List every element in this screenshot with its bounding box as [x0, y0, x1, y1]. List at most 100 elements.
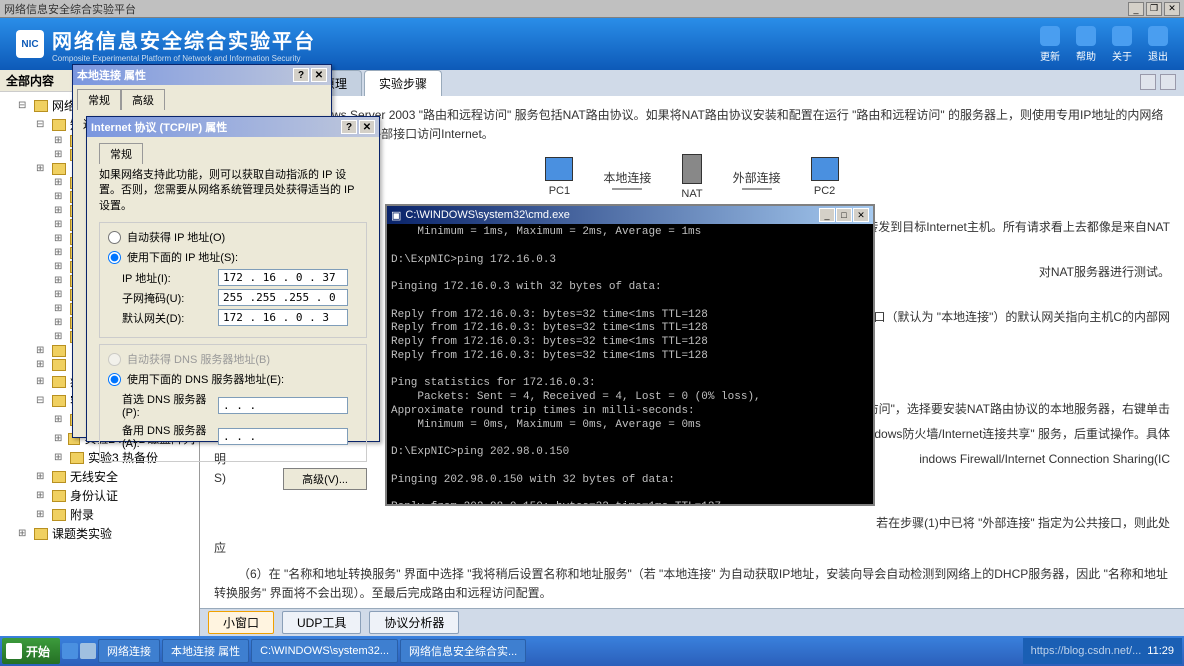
tab-bar: 实验基础 实验原理 实验步骤: [200, 70, 1184, 96]
expand-icon[interactable]: ⊞: [54, 433, 64, 445]
restore-button[interactable]: ❐: [1146, 2, 1162, 16]
tab-steps[interactable]: 实验步骤: [364, 70, 442, 96]
primary-dns-field[interactable]: . . .: [218, 397, 348, 414]
expand-icon[interactable]: ⊞: [36, 376, 48, 388]
folder-icon: [34, 100, 48, 112]
tcpip-properties-dialog: Internet 协议 (TCP/IP) 属性 ? ✕ 常规 如果网络支持此功能…: [86, 116, 380, 442]
server-icon: [682, 154, 702, 184]
auto-dns-radio: [108, 353, 121, 366]
expand-icon[interactable]: ⊞: [54, 219, 66, 231]
gateway-field[interactable]: 172 . 16 . 0 . 3: [218, 309, 348, 326]
expand-icon[interactable]: ⊞: [54, 275, 66, 287]
tab-advanced[interactable]: 高级: [121, 89, 165, 110]
content-p6: （6）在 "名称和地址转换服务" 界面中选择 "我将稍后设置名称和地址服务"（若…: [214, 565, 1170, 603]
cmd-title: C:\WINDOWS\system32\cmd.exe: [405, 209, 819, 221]
folder-icon: [52, 359, 66, 371]
help-icon: [1076, 26, 1096, 46]
exit-icon: [1148, 26, 1168, 46]
window-min-icon[interactable]: [1140, 74, 1156, 90]
folder-icon: [34, 528, 48, 540]
trail-6: indows Firewall/Internet Connection Shar…: [919, 450, 1170, 469]
expand-icon[interactable]: ⊞: [54, 317, 66, 329]
collapse-icon[interactable]: ⊟: [36, 395, 48, 407]
help-icon[interactable]: ?: [341, 120, 357, 134]
start-button[interactable]: 开始: [2, 638, 60, 664]
udp-tool-button[interactable]: UDP工具: [282, 611, 361, 634]
expand-icon[interactable]: ⊞: [54, 414, 66, 426]
minimize-icon[interactable]: _: [819, 208, 835, 222]
expand-icon[interactable]: ⊞: [54, 135, 66, 147]
taskbar-item[interactable]: C:\WINDOWS\system32...: [251, 639, 398, 663]
expand-icon[interactable]: ⊞: [54, 191, 66, 203]
tree-item[interactable]: ⊞ 课题类实验: [0, 524, 199, 543]
expand-icon[interactable]: ⊞: [36, 471, 48, 483]
tree-item[interactable]: ⊞ 附录: [0, 505, 199, 524]
expand-icon[interactable]: ⊞: [54, 177, 66, 189]
expand-icon[interactable]: ⊞: [54, 261, 66, 273]
expand-icon[interactable]: ⊞: [36, 359, 48, 371]
tab-general[interactable]: 常规: [77, 89, 121, 110]
taskbar-item[interactable]: 本地连接 属性: [162, 639, 249, 663]
expand-icon[interactable]: ⊞: [36, 490, 48, 502]
analyzer-button[interactable]: 协议分析器: [369, 611, 459, 634]
expand-icon[interactable]: ⊞: [54, 289, 66, 301]
expand-icon[interactable]: ⊞: [54, 303, 66, 315]
secondary-dns-field[interactable]: . . .: [218, 428, 348, 445]
quicklaunch-ie-icon[interactable]: [62, 643, 78, 659]
expand-icon[interactable]: ⊞: [36, 509, 48, 521]
subnet-mask-field[interactable]: 255 .255 .255 . 0: [218, 289, 348, 306]
cmd-window: ▣ C:\WINDOWS\system32\cmd.exe _ □ ✕ Mini…: [385, 204, 875, 506]
expand-icon[interactable]: ⊞: [54, 247, 66, 259]
tree-item-label: 附录: [70, 506, 94, 523]
clock: 11:29: [1147, 645, 1174, 657]
node-nat: NAT: [681, 154, 702, 204]
header-title: 网络信息安全综合实验平台: [52, 25, 316, 54]
expand-icon[interactable]: ⊞: [54, 452, 66, 464]
folder-icon: [70, 452, 84, 464]
cmd-icon: ▣: [391, 209, 401, 222]
advanced-button[interactable]: 高级(V)...: [283, 468, 367, 490]
use-ip-radio[interactable]: [108, 251, 121, 264]
window-close-icon[interactable]: [1160, 74, 1176, 90]
about-icon: [1112, 26, 1132, 46]
quicklaunch-desktop-icon[interactable]: [80, 643, 96, 659]
close-button[interactable]: ✕: [1164, 2, 1180, 16]
expand-icon[interactable]: ⊞: [36, 163, 48, 175]
cmd-output[interactable]: Minimum = 1ms, Maximum = 2ms, Average = …: [387, 224, 873, 504]
node-pc1: PC1: [545, 157, 573, 201]
close-icon[interactable]: ✕: [853, 208, 869, 222]
footer-toolbar: 小窗口 UDP工具 协议分析器: [200, 608, 1184, 636]
close-icon[interactable]: ✕: [311, 68, 327, 82]
header-subtitle: Composite Experimental Platform of Netwo…: [52, 54, 316, 63]
pc-icon: [811, 157, 839, 181]
expand-icon[interactable]: ⊞: [54, 331, 66, 343]
help-button[interactable]: 帮助: [1076, 26, 1096, 63]
refresh-button[interactable]: 更新: [1040, 26, 1060, 63]
node-pc2: PC2: [811, 157, 839, 201]
close-icon[interactable]: ✕: [359, 120, 375, 134]
taskbar-item[interactable]: 网络信息安全综合实...: [400, 639, 526, 663]
expand-icon[interactable]: ⊞: [36, 345, 48, 357]
ip-address-field[interactable]: 172 . 16 . 0 . 37: [218, 269, 348, 286]
minimize-button[interactable]: _: [1128, 2, 1144, 16]
auto-ip-radio[interactable]: [108, 231, 121, 244]
expand-icon[interactable]: ⊞: [18, 528, 30, 540]
tab-general[interactable]: 常规: [99, 143, 143, 164]
collapse-icon[interactable]: ⊟: [18, 100, 30, 112]
taskbar: 开始 网络连接本地连接 属性C:\WINDOWS\system32...网络信息…: [0, 636, 1184, 666]
collapse-icon[interactable]: ⊟: [36, 119, 48, 131]
expand-icon[interactable]: ⊞: [54, 149, 66, 161]
about-button[interactable]: 关于: [1112, 26, 1132, 63]
help-icon[interactable]: ?: [293, 68, 309, 82]
expand-icon[interactable]: ⊞: [54, 205, 66, 217]
app-titlebar: 网络信息安全综合实验平台 _ ❐ ✕: [0, 0, 1184, 18]
folder-icon: [52, 119, 66, 131]
exit-button[interactable]: 退出: [1148, 26, 1168, 63]
taskbar-item[interactable]: 网络连接: [98, 639, 160, 663]
folder-icon: [52, 471, 66, 483]
maximize-icon[interactable]: □: [836, 208, 852, 222]
use-dns-radio[interactable]: [108, 373, 121, 386]
small-window-button[interactable]: 小窗口: [208, 611, 274, 634]
tree-item-label: 课题类实验: [52, 525, 112, 542]
expand-icon[interactable]: ⊞: [54, 233, 66, 245]
